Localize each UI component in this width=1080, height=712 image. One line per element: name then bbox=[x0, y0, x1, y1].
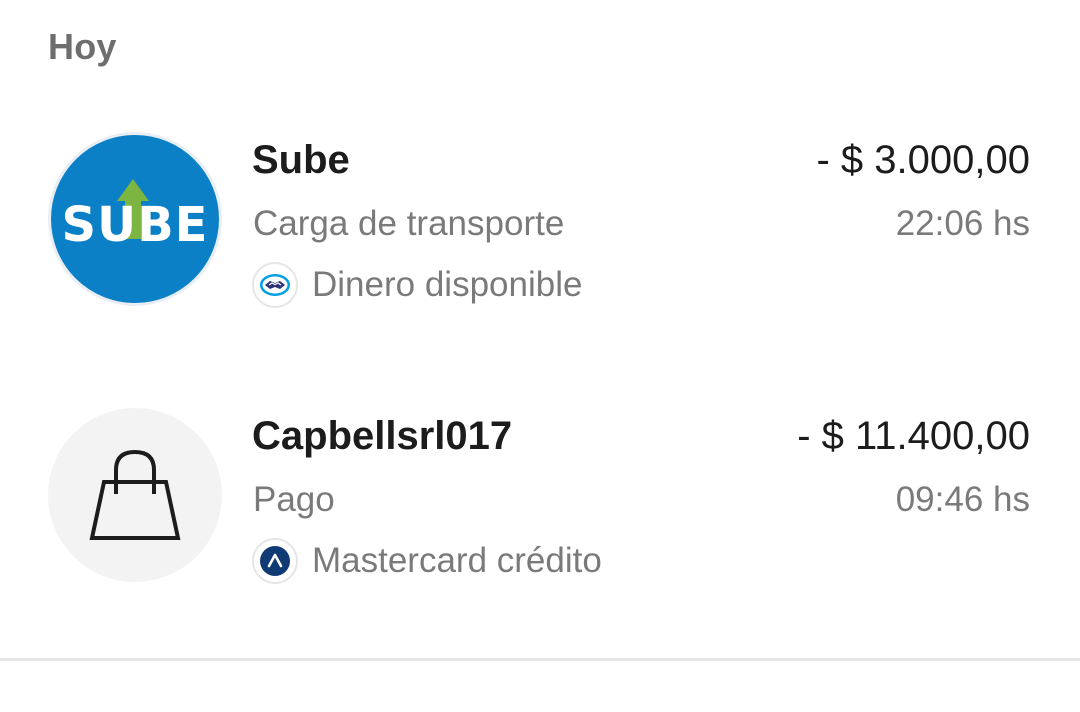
payment-method: Mastercard crédito bbox=[252, 536, 602, 586]
sube-logo-icon: SUBE bbox=[48, 132, 222, 306]
transaction-row[interactable]: Capbellsrl017 Pago Mastercard crédito - … bbox=[0, 404, 1080, 604]
merchant-name: Sube bbox=[252, 138, 350, 182]
shopping-bag-icon bbox=[48, 408, 222, 582]
transaction-description: Carga de transporte bbox=[253, 204, 565, 243]
payment-method-label: Mastercard crédito bbox=[312, 541, 602, 580]
credit-card-chevron-icon bbox=[252, 538, 298, 584]
payment-method: Dinero disponible bbox=[252, 260, 582, 310]
transaction-amount: - $ 11.400,00 bbox=[797, 414, 1030, 458]
sube-logo-text: SUBE bbox=[62, 197, 209, 253]
transaction-time: 09:46 hs bbox=[895, 480, 1030, 519]
section-divider bbox=[0, 658, 1080, 661]
payment-method-label: Dinero disponible bbox=[312, 265, 583, 304]
merchant-name: Capbellsrl017 bbox=[252, 414, 513, 458]
mercadopago-handshake-icon bbox=[252, 262, 298, 308]
transaction-amount: - $ 3.000,00 bbox=[816, 138, 1031, 182]
transaction-time: 22:06 hs bbox=[895, 204, 1030, 243]
transaction-row[interactable]: SUBE Sube Carga de transporte Dinero dis… bbox=[0, 128, 1080, 328]
transaction-description: Pago bbox=[253, 480, 335, 519]
section-title-today: Hoy bbox=[48, 26, 117, 67]
